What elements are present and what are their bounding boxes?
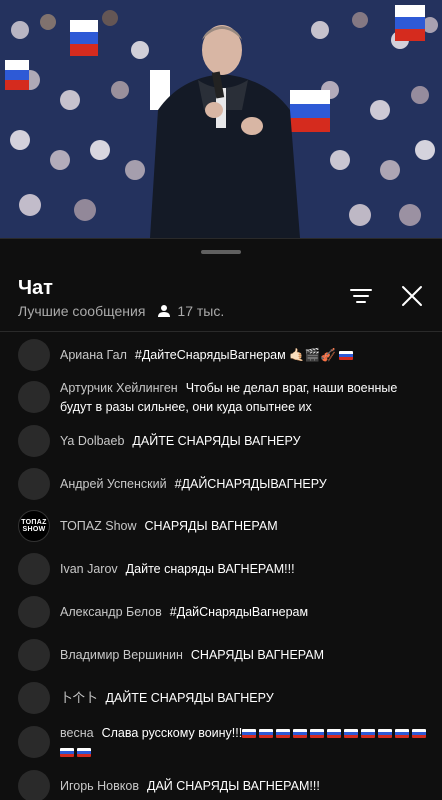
- avatar: [18, 468, 50, 500]
- message-body: ДАЙТЕ СНАРЯДЫ ВАГНЕРУ: [132, 434, 301, 448]
- message-text: Александр Белов #ДайСнарядыВагнерам: [60, 603, 430, 622]
- russia-flag-icon: [395, 729, 410, 738]
- avatar: [18, 425, 50, 457]
- message-body: ДАЙТЕ СНАРЯДЫ ВАГНЕРУ: [105, 691, 274, 705]
- russia-flag-icon: [310, 729, 325, 738]
- message-text: Андрей Успенский #ДАЙСНАРЯДЫВАГНЕРУ: [60, 475, 430, 494]
- message-author: Ya Dolbaeb: [60, 434, 125, 448]
- message-body: ДАЙ СНАРЯДЫ ВАГНЕРАМ!!!: [146, 779, 320, 793]
- chat-header: Чат Лучшие сообщения 17 тыс.: [0, 260, 442, 332]
- russia-flag-icon: [327, 729, 342, 738]
- video-frame: [0, 0, 442, 238]
- russia-flag-icon: [378, 729, 393, 738]
- russia-flag-icon: [242, 729, 257, 738]
- russia-flag-icon: [339, 351, 354, 360]
- russia-flag-icon: [276, 729, 291, 738]
- message-body: #ДайСнарядыВагнерам: [169, 605, 309, 619]
- chat-sheet-top: [0, 238, 442, 260]
- russia-flag-icon: [60, 748, 74, 757]
- message-text: Артурчик Хейлинген Чтобы не делал враг, н…: [60, 379, 430, 417]
- chat-title: Чат: [18, 277, 53, 299]
- message-text: Ivan Jarov Дайте снаряды ВАГНЕРАМ!!!: [60, 560, 430, 579]
- message-author: Игорь Новков: [60, 779, 139, 793]
- message-author: Владимир Вершинин: [60, 648, 183, 662]
- video-player[interactable]: [0, 0, 442, 238]
- avatar: ТОПАZ SHOW: [18, 510, 50, 542]
- chat-subtitle[interactable]: Лучшие сообщения 17 тыс.: [18, 303, 224, 319]
- chat-mode-label[interactable]: Лучшие сообщения: [18, 303, 145, 319]
- message-author: весна: [60, 726, 94, 740]
- avatar: [18, 596, 50, 628]
- message-text: весна Слава русскому воину!!!: [60, 724, 430, 762]
- message-text: ТОПАZ Show СНАРЯДЫ ВАГНЕРАМ: [60, 517, 430, 536]
- avatar: [18, 553, 50, 585]
- message-author: ТОПАZ Show: [60, 519, 137, 533]
- avatar: [18, 726, 50, 758]
- russia-flag-icon: [361, 729, 376, 738]
- russia-flag-icon: [293, 729, 308, 738]
- message-body: Слава русскому воину!!!: [101, 726, 243, 740]
- message-text: Ya Dolbaeb ДАЙТЕ СНАРЯДЫ ВАГНЕРУ: [60, 432, 430, 451]
- avatar: [18, 339, 50, 371]
- message-text: Владимир Вершинин СНАРЯДЫ ВАГНЕРАМ: [60, 646, 430, 665]
- russia-flag-icon: [344, 729, 359, 738]
- chat-message-list[interactable]: Ариана Гал #ДайтеСнарядыВагнерам 🤙🏻🎬🎻 Арт…: [0, 333, 442, 800]
- message-body: СНАРЯДЫ ВАГНЕРАМ: [190, 648, 325, 662]
- viewer-count: 17 тыс.: [177, 303, 225, 319]
- russia-flag-icon: [259, 729, 274, 738]
- drag-handle[interactable]: [201, 250, 241, 254]
- message-body: Дайте снаряды ВАГНЕРАМ!!!: [125, 562, 295, 576]
- avatar: [18, 381, 50, 413]
- message-author: Андрей Успенский: [60, 477, 167, 491]
- message-body: #ДАЙСНАРЯДЫВАГНЕРУ: [174, 477, 327, 491]
- close-icon[interactable]: [398, 282, 426, 310]
- message-author: Александр Белов: [60, 605, 162, 619]
- message-author: Артурчик Хейлинген: [60, 381, 178, 395]
- russia-flag-icon: [412, 729, 427, 738]
- avatar: [18, 682, 50, 714]
- message-text: 卜个卜 ДАЙТЕ СНАРЯДЫ ВАГНЕРУ: [60, 689, 430, 708]
- message-text: Ариана Гал #ДайтеСнарядыВагнерам 🤙🏻🎬🎻: [60, 346, 430, 365]
- avatar: [18, 639, 50, 671]
- avatar: [18, 770, 50, 800]
- filter-icon[interactable]: [348, 284, 374, 308]
- message-body: #ДайтеСнарядыВагнерам 🤙🏻🎬🎻: [134, 348, 336, 362]
- message-body: СНАРЯДЫ ВАГНЕРАМ: [144, 519, 278, 533]
- message-author: Ivan Jarov: [60, 562, 118, 576]
- message-author: Ариана Гал: [60, 348, 127, 362]
- person-icon: [158, 305, 171, 317]
- message-author: 卜个卜: [60, 691, 98, 705]
- russia-flag-icon: [77, 748, 91, 757]
- message-text: Игорь Новков ДАЙ СНАРЯДЫ ВАГНЕРАМ!!!: [60, 777, 430, 796]
